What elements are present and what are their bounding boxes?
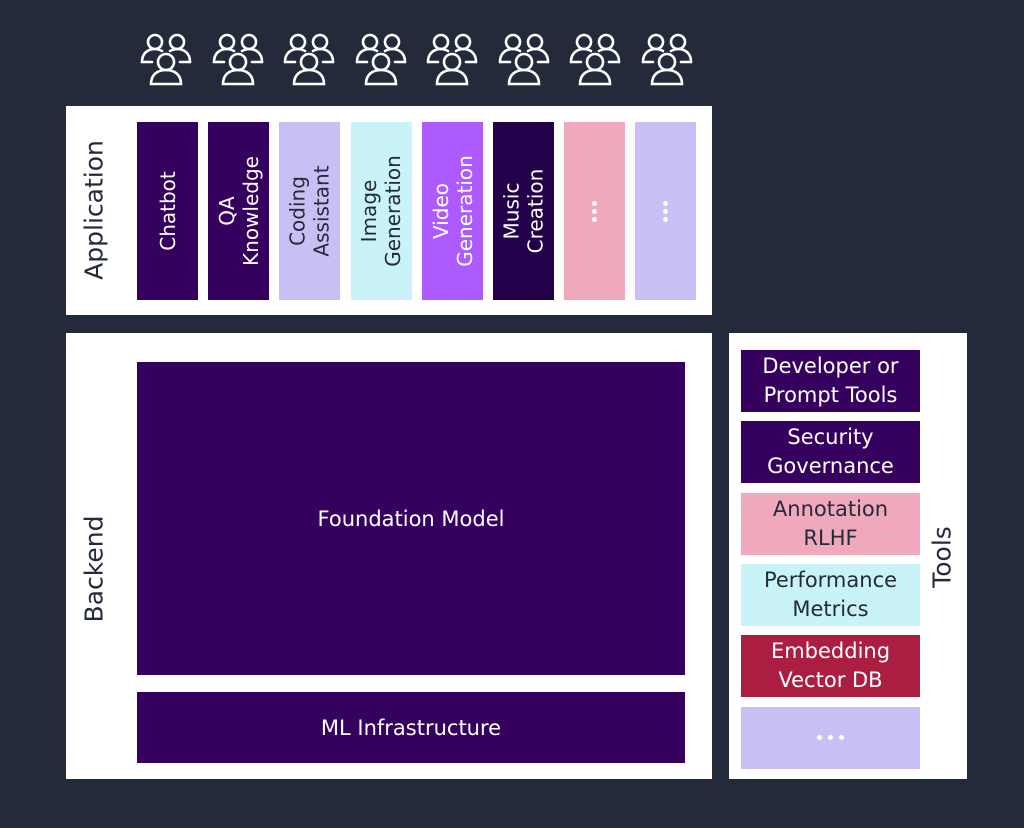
application-item: Video Generation bbox=[421, 122, 483, 300]
tool-item: Security Governance bbox=[741, 421, 920, 484]
backend-panel: Backend Foundation Model ML Infrastructu… bbox=[66, 333, 712, 779]
user-group-icon bbox=[281, 30, 337, 86]
user-group-icon bbox=[138, 30, 194, 86]
application-item: QA Knowledge bbox=[208, 122, 270, 300]
ml-infrastructure-box: ML Infrastructure bbox=[137, 692, 685, 763]
ellipsis-icon bbox=[592, 200, 598, 222]
tool-item bbox=[741, 706, 920, 769]
ellipsis-icon bbox=[663, 200, 669, 222]
application-item: Image Generation bbox=[350, 122, 412, 300]
tool-item-label: Performance Metrics bbox=[763, 567, 898, 621]
application-label: Application bbox=[79, 140, 109, 280]
tool-item-label: Security Governance bbox=[767, 425, 894, 479]
user-group-icon bbox=[567, 30, 623, 86]
application-item bbox=[564, 122, 626, 300]
user-group-icon bbox=[424, 30, 480, 86]
tools-label: Tools bbox=[927, 526, 957, 588]
backend-label: Backend bbox=[79, 515, 109, 623]
application-item-label: QA Knowledge bbox=[214, 156, 263, 266]
tool-item: Embedding Vector DB bbox=[741, 635, 920, 698]
application-item-label: Chatbot bbox=[155, 171, 180, 251]
application-item: Coding Assistant bbox=[279, 122, 341, 300]
tools-panel: Tools Developer or Prompt Tools Security Go… bbox=[729, 333, 967, 779]
user-group-icon bbox=[353, 30, 409, 86]
ellipsis-icon bbox=[817, 735, 844, 740]
ml-infrastructure-label: ML Infrastructure bbox=[320, 715, 502, 740]
user-group-icon bbox=[210, 30, 266, 86]
application-panel: Application Chatbot QA Knowledge Coding Assi… bbox=[66, 106, 712, 315]
tool-item-label: Annotation RLHF bbox=[772, 496, 889, 550]
tool-item: Developer or Prompt Tools bbox=[741, 350, 920, 412]
foundation-model-box: Foundation Model bbox=[137, 362, 685, 675]
application-item: Music Creation bbox=[493, 122, 554, 300]
application-item: Chatbot bbox=[137, 122, 198, 300]
application-item-label: Coding Assistant bbox=[285, 165, 334, 257]
foundation-model-label: Foundation Model bbox=[317, 506, 505, 531]
user-group-icon bbox=[496, 30, 552, 86]
tool-item-label: Developer or Prompt Tools bbox=[762, 354, 899, 407]
application-item-label: Video Generation bbox=[428, 155, 477, 267]
tool-item: Annotation RLHF bbox=[741, 492, 920, 555]
application-item-label: Image Generation bbox=[357, 155, 406, 267]
application-item-label: Music Creation bbox=[499, 168, 548, 254]
application-item bbox=[635, 122, 697, 300]
user-group-icon bbox=[639, 30, 695, 86]
tool-item-label: Embedding Vector DB bbox=[770, 639, 891, 693]
tool-item: Performance Metrics bbox=[741, 563, 920, 626]
